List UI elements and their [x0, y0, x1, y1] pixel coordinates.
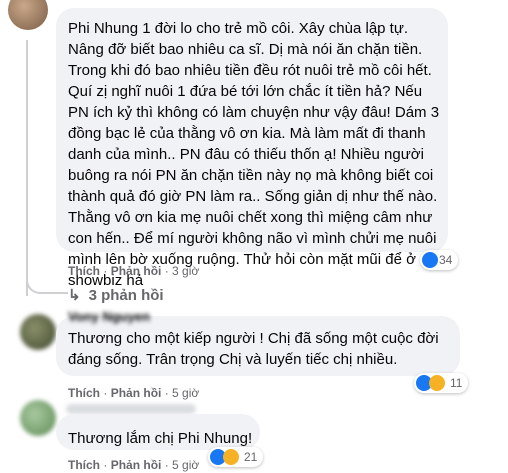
comment-bubble: Vony Nguyen Thương cho một kiếp người ! … — [56, 309, 460, 376]
reaction-count[interactable]: 11 — [414, 373, 469, 393]
view-replies-link[interactable]: ↳ 3 phản hồi — [68, 286, 164, 305]
comment-bubble: Phi Nhung 1 đời lo cho trẻ mồ côi. Xây c… — [56, 8, 448, 289]
reaction-count[interactable]: 34 — [420, 250, 459, 270]
avatar[interactable] — [8, 0, 48, 30]
reaction-count[interactable]: 21 — [208, 447, 264, 467]
thread-line-curve — [26, 270, 68, 294]
comment-time[interactable]: 5 giờ — [172, 458, 199, 472]
comment-actions: Thích · Phản hồi · 5 giờ — [68, 386, 200, 400]
blurred-author-bar — [66, 404, 196, 414]
comment-author[interactable]: Vony Nguyen — [68, 309, 150, 324]
comment-actions: Thích · Phản hồi · 3 giờ — [68, 264, 200, 278]
comment-text: Phi Nhung 1 đời lo cho trẻ mồ côi. Xây c… — [68, 20, 440, 289]
like-button[interactable]: Thích — [68, 458, 100, 472]
comment-time[interactable]: 5 giờ — [172, 386, 199, 400]
comment-actions: Thích · Phản hồi · 5 giờ — [68, 458, 200, 472]
avatar[interactable] — [20, 400, 56, 436]
like-button[interactable]: Thích — [68, 264, 100, 278]
reply-button[interactable]: Phản hồi — [111, 264, 162, 278]
comment-text: Thương lắm chị Phi Nhung! — [68, 430, 253, 447]
thread-line — [26, 40, 28, 296]
comment-text: Thương cho một kiếp người ! Chị đã sống … — [68, 330, 439, 368]
comment-bubble: Thương lắm chị Phi Nhung! — [56, 414, 260, 450]
reply-button[interactable]: Phản hồi — [111, 386, 162, 400]
care-reaction-icon — [429, 375, 445, 391]
reply-button[interactable]: Phản hồi — [111, 458, 162, 472]
care-reaction-icon — [223, 449, 239, 465]
reply-arrow-icon: ↳ — [68, 287, 81, 304]
like-reaction-icon — [422, 252, 438, 268]
like-button[interactable]: Thích — [68, 386, 100, 400]
comment-time[interactable]: 3 giờ — [172, 264, 199, 278]
avatar[interactable] — [20, 314, 56, 350]
